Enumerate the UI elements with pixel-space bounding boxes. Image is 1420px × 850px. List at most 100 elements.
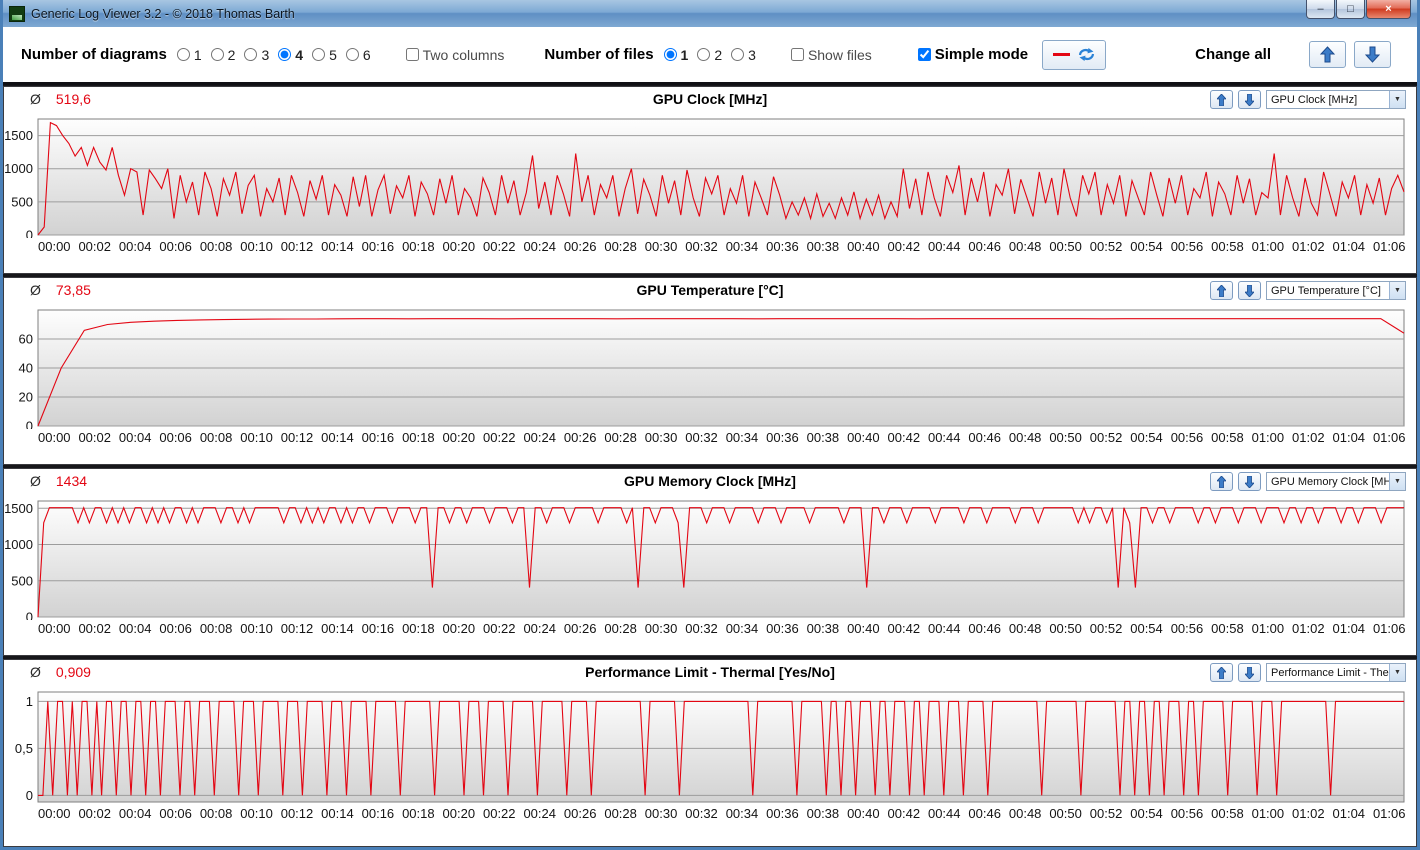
x-tick-label: 00:54 [1130, 621, 1163, 636]
performance-limit-chart: 00,51 [15, 691, 1405, 803]
x-tick-label: 00:38 [806, 239, 840, 254]
x-tick-label: 00:12 [280, 430, 314, 445]
x-tick-label: 00:16 [361, 239, 395, 254]
x-tick-label: 00:32 [685, 806, 718, 821]
x-tick-label: 00:38 [806, 806, 840, 821]
diagrams-option-2[interactable]: 2 [210, 47, 235, 63]
diagrams-radio-6[interactable] [345, 48, 359, 61]
down-arrow-icon [1245, 475, 1254, 488]
svg-text:0: 0 [26, 788, 33, 803]
files-radio-3[interactable] [731, 48, 745, 61]
move-down-button[interactable] [1238, 472, 1261, 491]
x-tick-label: 01:00 [1251, 430, 1285, 445]
x-tick-label: 00:44 [927, 430, 961, 445]
metric-dropdown[interactable]: GPU Temperature [°C] ▼ [1266, 281, 1406, 300]
change-all-down-button[interactable] [1354, 41, 1391, 68]
files-option-3[interactable]: 3 [731, 47, 756, 63]
diagrams-radio-3[interactable] [244, 48, 258, 61]
move-down-button[interactable] [1238, 281, 1261, 300]
x-tick-label: 00:50 [1049, 806, 1082, 821]
x-tick-label: 00:14 [321, 430, 354, 445]
move-up-button[interactable] [1210, 663, 1233, 682]
x-tick-label: 00:58 [1211, 806, 1244, 821]
up-arrow-icon [1217, 475, 1226, 488]
x-tick-label: 01:04 [1332, 239, 1366, 254]
svg-text:20: 20 [19, 390, 33, 405]
move-up-button[interactable] [1210, 90, 1233, 109]
simple-mode-input[interactable] [917, 48, 931, 61]
chevron-down-icon: ▼ [1389, 664, 1405, 681]
x-tick-label: 00:50 [1049, 621, 1082, 636]
x-tick-label: 00:46 [968, 239, 1001, 254]
x-tick-label: 00:40 [847, 430, 880, 445]
diagrams-option-3[interactable]: 3 [244, 47, 269, 63]
metric-dropdown[interactable]: GPU Clock [MHz] ▼ [1266, 90, 1406, 109]
files-option-1[interactable]: 1 [663, 47, 688, 63]
move-up-button[interactable] [1210, 472, 1233, 491]
x-tick-label: 00:34 [725, 239, 759, 254]
x-tick-label: 00:00 [38, 430, 71, 445]
x-tick-label: 00:10 [240, 239, 273, 254]
x-tick-label: 00:18 [402, 621, 435, 636]
x-tick-label: 00:22 [482, 621, 516, 636]
diagrams-option-1[interactable]: 1 [176, 47, 202, 63]
x-tick-label: 00:06 [159, 430, 192, 445]
x-tick-label: 00:36 [766, 806, 799, 821]
svg-text:40: 40 [19, 361, 33, 376]
diagrams-option-4[interactable]: 4 [278, 47, 303, 63]
down-arrow-icon [1365, 46, 1380, 63]
x-tick-label: 00:08 [199, 621, 233, 636]
up-arrow-icon [1320, 46, 1335, 63]
x-tick-label: 00:54 [1130, 430, 1163, 445]
metric-dropdown[interactable]: Performance Limit - Therm ▼ [1266, 663, 1406, 682]
x-tick-label: 00:06 [159, 239, 192, 254]
chevron-down-icon: ▼ [1389, 91, 1405, 108]
x-tick-label: 00:56 [1170, 239, 1204, 254]
x-tick-label: 01:06 [1372, 239, 1406, 254]
change-all-up-button[interactable] [1309, 41, 1346, 68]
svg-text:0: 0 [26, 419, 33, 430]
files-radio-1[interactable] [663, 48, 677, 61]
two-columns-input[interactable] [405, 48, 419, 61]
app-icon [9, 5, 25, 22]
x-tick-label: 01:04 [1332, 621, 1366, 636]
x-tick-label: 00:02 [78, 430, 111, 445]
diagrams-option-5[interactable]: 5 [312, 47, 337, 63]
close-button[interactable]: × [1366, 0, 1411, 19]
x-tick-label: 00:04 [118, 239, 152, 254]
diagrams-radio-5[interactable] [312, 48, 326, 61]
files-option-2[interactable]: 2 [697, 47, 722, 63]
x-tick-label: 00:24 [523, 806, 556, 821]
line-style-refresh-button[interactable] [1042, 39, 1107, 70]
x-tick-label: 00:52 [1089, 621, 1123, 636]
two-columns-checkbox[interactable]: Two columns [405, 47, 504, 63]
minimize-button[interactable]: – [1306, 0, 1335, 19]
metric-dropdown[interactable]: GPU Memory Clock [MHz] ▼ [1266, 472, 1406, 491]
x-tick-label: 00:12 [280, 621, 314, 636]
diagrams-radio-1[interactable] [176, 48, 190, 61]
diagrams-radio-2[interactable] [210, 48, 224, 61]
x-tick-label: 00:50 [1049, 430, 1082, 445]
show-files-checkbox[interactable]: Show files [790, 47, 872, 63]
maximize-button[interactable]: □ [1336, 0, 1365, 19]
move-up-button[interactable] [1210, 281, 1233, 300]
move-down-button[interactable] [1238, 90, 1261, 109]
x-tick-label: 00:22 [482, 806, 516, 821]
diagrams-option-6[interactable]: 6 [345, 47, 371, 63]
files-radio-2[interactable] [697, 48, 711, 61]
simple-mode-checkbox[interactable]: Simple mode [917, 46, 1028, 63]
x-tick-label: 01:02 [1292, 239, 1325, 254]
move-down-button[interactable] [1238, 663, 1261, 682]
x-tick-label: 00:06 [159, 806, 192, 821]
chart-title: GPU Temperature [°C] [636, 282, 784, 298]
x-tick-label: 00:06 [159, 621, 192, 636]
x-tick-label: 00:02 [78, 239, 111, 254]
panel-gpu-memory-clock: Ø 1434 GPU Memory Clock [MHz] GPU Memory… [3, 468, 1417, 656]
x-tick-label: 00:14 [321, 806, 354, 821]
diagrams-radio-4[interactable] [278, 48, 292, 61]
show-files-input[interactable] [790, 48, 804, 61]
panel-header: Ø 1434 GPU Memory Clock [MHz] GPU Memory… [4, 469, 1416, 496]
x-tick-label: 00:10 [240, 430, 273, 445]
x-tick-label: 00:08 [199, 239, 233, 254]
charts-area: Ø 519,6 GPU Clock [MHz] GPU Clock [MHz] … [3, 85, 1417, 847]
